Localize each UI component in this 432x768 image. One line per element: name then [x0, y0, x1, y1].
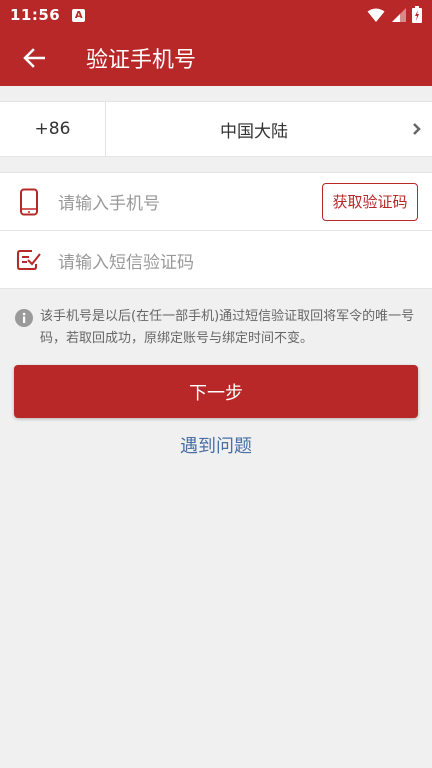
back-arrow-icon [23, 48, 45, 68]
notice-text: 该手机号是以后(在任一部手机)通过短信验证取回将军令的唯一号码，若取回成功，原绑… [40, 309, 415, 346]
wifi-icon [367, 8, 385, 22]
next-button[interactable]: 下一步 [14, 365, 418, 418]
status-bar: 11:56 A [0, 0, 432, 30]
battery-icon [412, 6, 422, 23]
phone-row: 请输入手机号 获取验证码 [0, 173, 432, 231]
region-name: 中国大陆 [220, 121, 288, 142]
region-selector[interactable]: +86 中国大陆 [0, 101, 432, 157]
phone-input[interactable]: 请输入手机号 [58, 189, 322, 214]
status-time: 11:56 [10, 6, 61, 24]
app-bar: 验证手机号 [0, 30, 432, 86]
signal-icon [392, 7, 406, 22]
code-input[interactable]: 请输入短信验证码 [58, 248, 432, 273]
app-notification-icon: A [72, 8, 86, 22]
sms-code-icon [0, 248, 58, 272]
get-code-button[interactable]: 获取验证码 [322, 182, 418, 221]
notice: 该手机号是以后(在任一部手机)通过短信验证取回将军令的唯一号码，若取回成功，原绑… [14, 306, 418, 350]
back-button[interactable] [0, 30, 68, 86]
status-indicators [367, 6, 422, 23]
chevron-right-icon [402, 122, 432, 136]
help-link[interactable]: 遇到问题 [0, 432, 432, 458]
phone-icon [0, 188, 58, 216]
verification-form: 请输入手机号 获取验证码 请输入短信验证码 [0, 172, 432, 289]
page-title: 验证手机号 [86, 48, 197, 73]
info-icon [15, 309, 33, 327]
country-code[interactable]: +86 [0, 102, 106, 156]
code-row: 请输入短信验证码 [0, 231, 432, 289]
